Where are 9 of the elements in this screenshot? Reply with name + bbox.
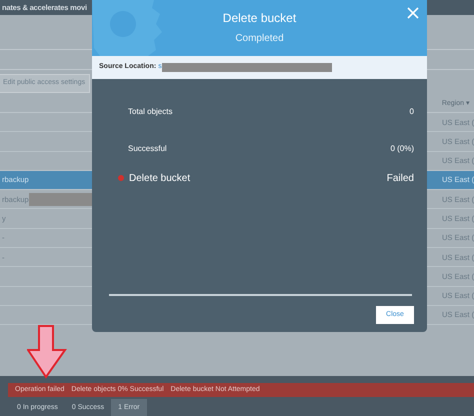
stat-label: Successful (128, 143, 167, 155)
stat-label: Total objects (128, 106, 172, 118)
dialog-subtitle: Completed (234, 32, 285, 46)
close-button[interactable] (407, 7, 419, 19)
down-arrow (27, 325, 67, 379)
task-label: Delete bucket (129, 172, 190, 186)
task-status: Failed (386, 172, 414, 186)
stat-value: 0 (410, 106, 414, 118)
stat-value: 0 (0%) (390, 143, 414, 155)
